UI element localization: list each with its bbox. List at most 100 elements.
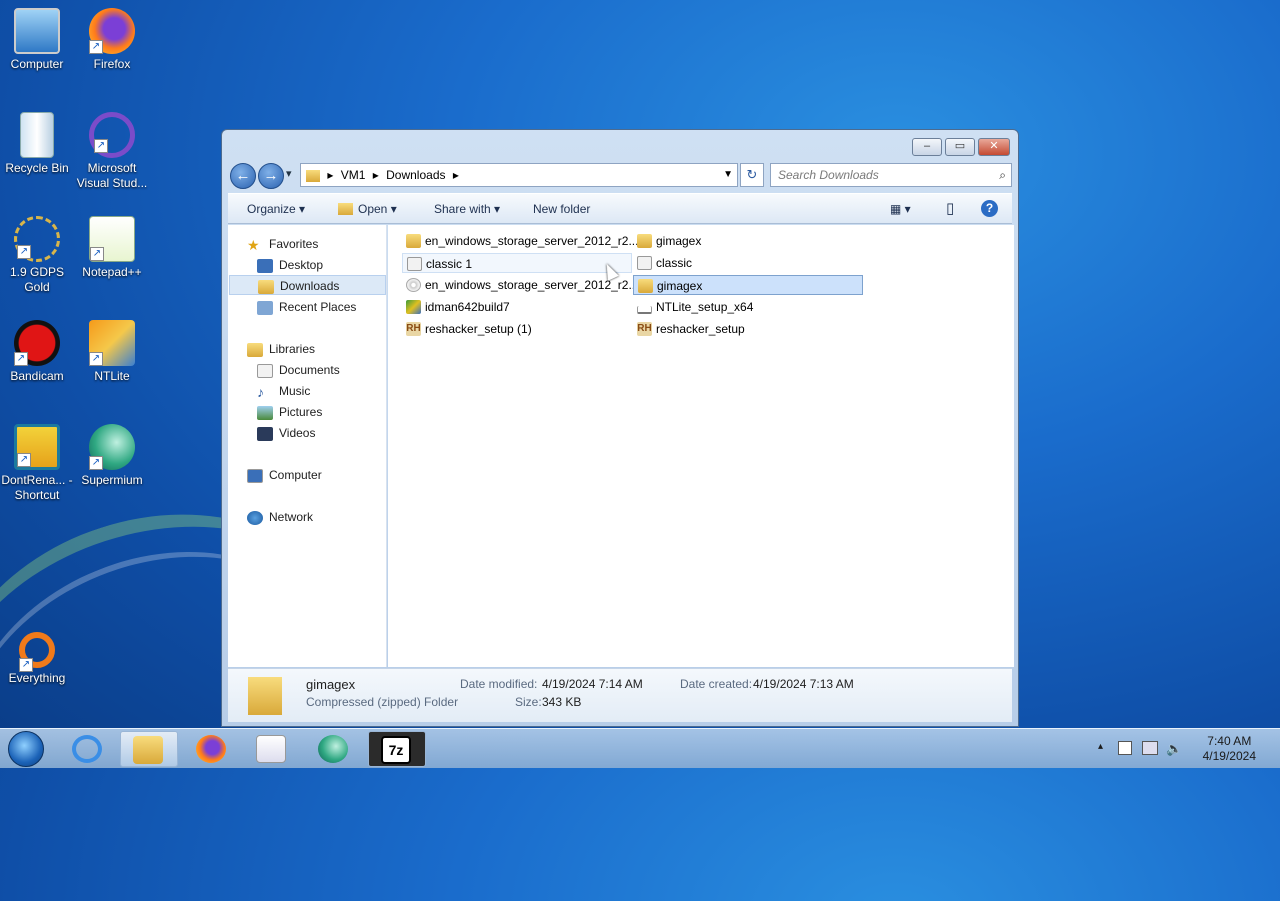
list-item[interactable]: en_windows_storage_server_2012_r2...	[402, 275, 638, 295]
file-name: en_windows_storage_server_2012_r2...	[425, 234, 639, 248]
volume-icon[interactable]: 🔈	[1166, 741, 1182, 757]
breadcrumb-separator[interactable]: ▸	[327, 164, 333, 186]
file-name: reshacker_setup	[656, 322, 745, 336]
computer-icon	[247, 468, 263, 483]
nav-label: Videos	[279, 426, 316, 440]
desktop-icon-computer[interactable]: Computer	[0, 8, 77, 72]
desktop-icon	[257, 258, 273, 273]
taskbar-media-player[interactable]	[244, 731, 298, 767]
caption-buttons: – ▭ ✕	[912, 138, 1010, 156]
recent-places-icon	[257, 300, 273, 315]
nav-libraries[interactable]: Libraries	[247, 339, 404, 359]
open-button[interactable]: Open ▾	[358, 202, 397, 216]
computer-icon	[14, 8, 60, 54]
nav-label: Libraries	[269, 342, 316, 356]
nav-favorites[interactable]: ★ Favorites	[247, 234, 404, 254]
gdps-icon: ↗	[14, 216, 60, 262]
everything-icon: ↗	[19, 632, 55, 672]
desktop-icon-geometry-dash[interactable]: ↗ DontRena... - Shortcut	[0, 424, 77, 503]
clock[interactable]: 7:40 AM 4/19/2024	[1203, 734, 1256, 764]
desktop-icon-gdps[interactable]: ↗ 1.9 GDPS Gold	[0, 216, 77, 295]
folder-icon	[406, 234, 421, 248]
close-button[interactable]: ✕	[978, 138, 1010, 156]
address-dropdown-icon[interactable]: ▼	[723, 164, 733, 186]
shortcut-arrow-icon: ↗	[90, 247, 104, 261]
share-with-button[interactable]: Share with ▾	[434, 202, 500, 216]
desktop-icon-visual-studio[interactable]: ↗ Microsoft Visual Stud...	[72, 112, 152, 191]
desktop-icon-notepadpp[interactable]: ↗ Notepad++	[72, 216, 152, 280]
taskbar-internet-explorer[interactable]	[60, 731, 114, 767]
breadcrumb-separator[interactable]: ▸	[373, 164, 379, 186]
taskbar: 7z ▴ 🔈 7:40 AM 4/19/2024	[0, 728, 1280, 768]
list-item[interactable]: gimagex	[633, 231, 701, 251]
forward-button[interactable]: →	[258, 163, 284, 189]
7zip-icon: 7z	[381, 736, 411, 764]
maximize-button[interactable]: ▭	[945, 138, 975, 156]
command-bar: Organize ▾ Open ▾ Share with ▾ New folde…	[228, 193, 1012, 224]
breadcrumb-downloads[interactable]: Downloads	[386, 164, 445, 186]
new-folder-button[interactable]: New folder	[533, 202, 590, 216]
desktop-icon-everything[interactable]: ↗ Everything	[0, 632, 77, 686]
taskbar-explorer[interactable]	[120, 731, 178, 767]
supermium-icon	[318, 735, 348, 763]
desktop-icon-bandicam[interactable]: ↗ Bandicam	[0, 320, 77, 384]
desktop-icon-label: Supermium	[81, 473, 143, 487]
internet-explorer-icon	[72, 735, 102, 763]
recycle-bin-icon	[20, 112, 54, 158]
nav-network[interactable]: Network	[247, 507, 404, 527]
desktop-icon-label: Notepad++	[82, 265, 142, 279]
show-hidden-icons-button[interactable]: ▴	[1098, 741, 1103, 752]
action-center-icon[interactable]	[1118, 741, 1132, 755]
details-size-value: 343 KB	[542, 695, 582, 709]
taskbar-7zip[interactable]: 7z	[368, 731, 426, 767]
details-pane: gimagex Compressed (zipped) Folder Date …	[228, 668, 1012, 722]
nav-downloads[interactable]: Downloads	[229, 275, 386, 295]
taskbar-firefox[interactable]	[184, 731, 238, 767]
address-bar[interactable]: ▸ VM1 ▸ Downloads ▸ ▼	[300, 163, 738, 187]
list-item[interactable]: idman642build7	[402, 297, 510, 317]
back-button[interactable]: ←	[230, 163, 256, 189]
desktop-icon-supermium[interactable]: ↗ Supermium	[72, 424, 152, 488]
list-item[interactable]: NTLite_setup_x64	[633, 297, 753, 317]
document-icon	[407, 257, 422, 271]
details-file-name: gimagex	[306, 677, 356, 692]
desktop-icon-ntlite[interactable]: ↗ NTLite	[72, 320, 152, 384]
nav-computer[interactable]: Computer	[247, 465, 404, 485]
organize-button[interactable]: Organize ▾	[247, 202, 305, 216]
desktop-icon-firefox[interactable]: ↗ Firefox	[72, 8, 152, 72]
breadcrumb-vm1[interactable]: VM1	[341, 164, 366, 186]
start-button[interactable]	[8, 731, 44, 767]
preview-pane-button[interactable]: ▯	[946, 199, 954, 217]
change-view-button[interactable]: ▦ ▾	[890, 202, 911, 216]
file-name: classic	[656, 256, 693, 270]
nav-label: Recent Places	[279, 300, 357, 314]
file-name: classic 1	[426, 257, 473, 271]
network-icon[interactable]	[1142, 741, 1158, 755]
recent-pages-button[interactable]: ▾	[286, 167, 292, 180]
list-item[interactable]: gimagex	[633, 275, 863, 295]
details-modified-value: 4/19/2024 7:14 AM	[542, 677, 643, 691]
breadcrumb-separator[interactable]: ▸	[453, 164, 459, 186]
minimize-button[interactable]: –	[912, 138, 942, 156]
folder-icon	[306, 169, 320, 182]
list-item[interactable]: en_windows_storage_server_2012_r2...	[402, 231, 638, 251]
file-name: gimagex	[656, 234, 702, 248]
navigation-bar: ← → ▾ ▸ VM1 ▸ Downloads ▸ ▼ ↻ Search Dow…	[230, 161, 1012, 189]
list-item[interactable]: RH reshacker_setup (1)	[402, 319, 532, 339]
list-item[interactable]: classic 1	[402, 253, 632, 273]
file-name: idman642build7	[425, 300, 510, 314]
open-icon	[338, 203, 354, 216]
downloads-icon	[258, 279, 274, 294]
desktop-icon-label: Firefox	[93, 57, 131, 71]
desktop-icon-recycle-bin[interactable]: Recycle Bin	[0, 112, 77, 176]
taskbar-supermium[interactable]	[306, 731, 360, 767]
search-icon[interactable]: ⌕	[999, 164, 1006, 186]
search-input[interactable]: Search Downloads ⌕	[770, 163, 1012, 187]
details-size-label: Size:	[515, 695, 542, 709]
desktop-icon-label: Computer	[10, 57, 64, 71]
list-item[interactable]: classic	[633, 253, 692, 273]
refresh-button[interactable]: ↻	[740, 163, 764, 187]
nav-label: Downloads	[280, 279, 340, 293]
list-item[interactable]: RH reshacker_setup	[633, 319, 745, 339]
help-button[interactable]: ?	[981, 200, 998, 217]
